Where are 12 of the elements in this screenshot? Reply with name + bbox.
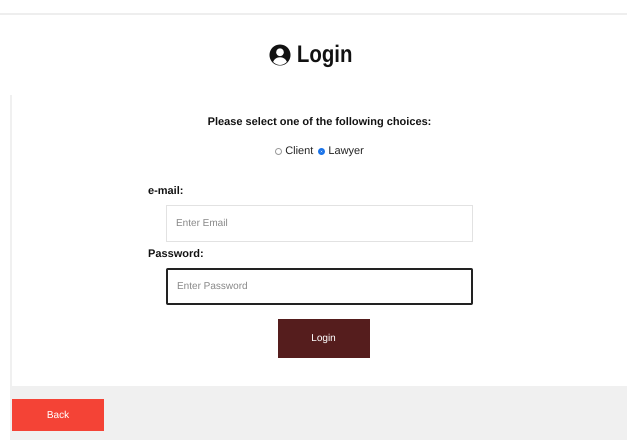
input-field[interactable]: Enter Password <box>166 268 473 305</box>
field-label: e-mail: <box>148 185 184 197</box>
radio-label[interactable]: Lawyer <box>328 145 364 157</box>
radio-label[interactable]: Client <box>285 145 314 157</box>
user-icon <box>269 44 292 66</box>
field-label: Password: <box>148 248 205 260</box>
choice-prompt: Please select one of the following choices: <box>206 116 432 128</box>
back-button[interactable]: Back <box>12 399 104 431</box>
radio-button[interactable] <box>318 148 326 154</box>
radio-button[interactable] <box>275 148 282 154</box>
page-title: Login <box>297 41 353 69</box>
login-button[interactable]: Login <box>278 319 370 358</box>
